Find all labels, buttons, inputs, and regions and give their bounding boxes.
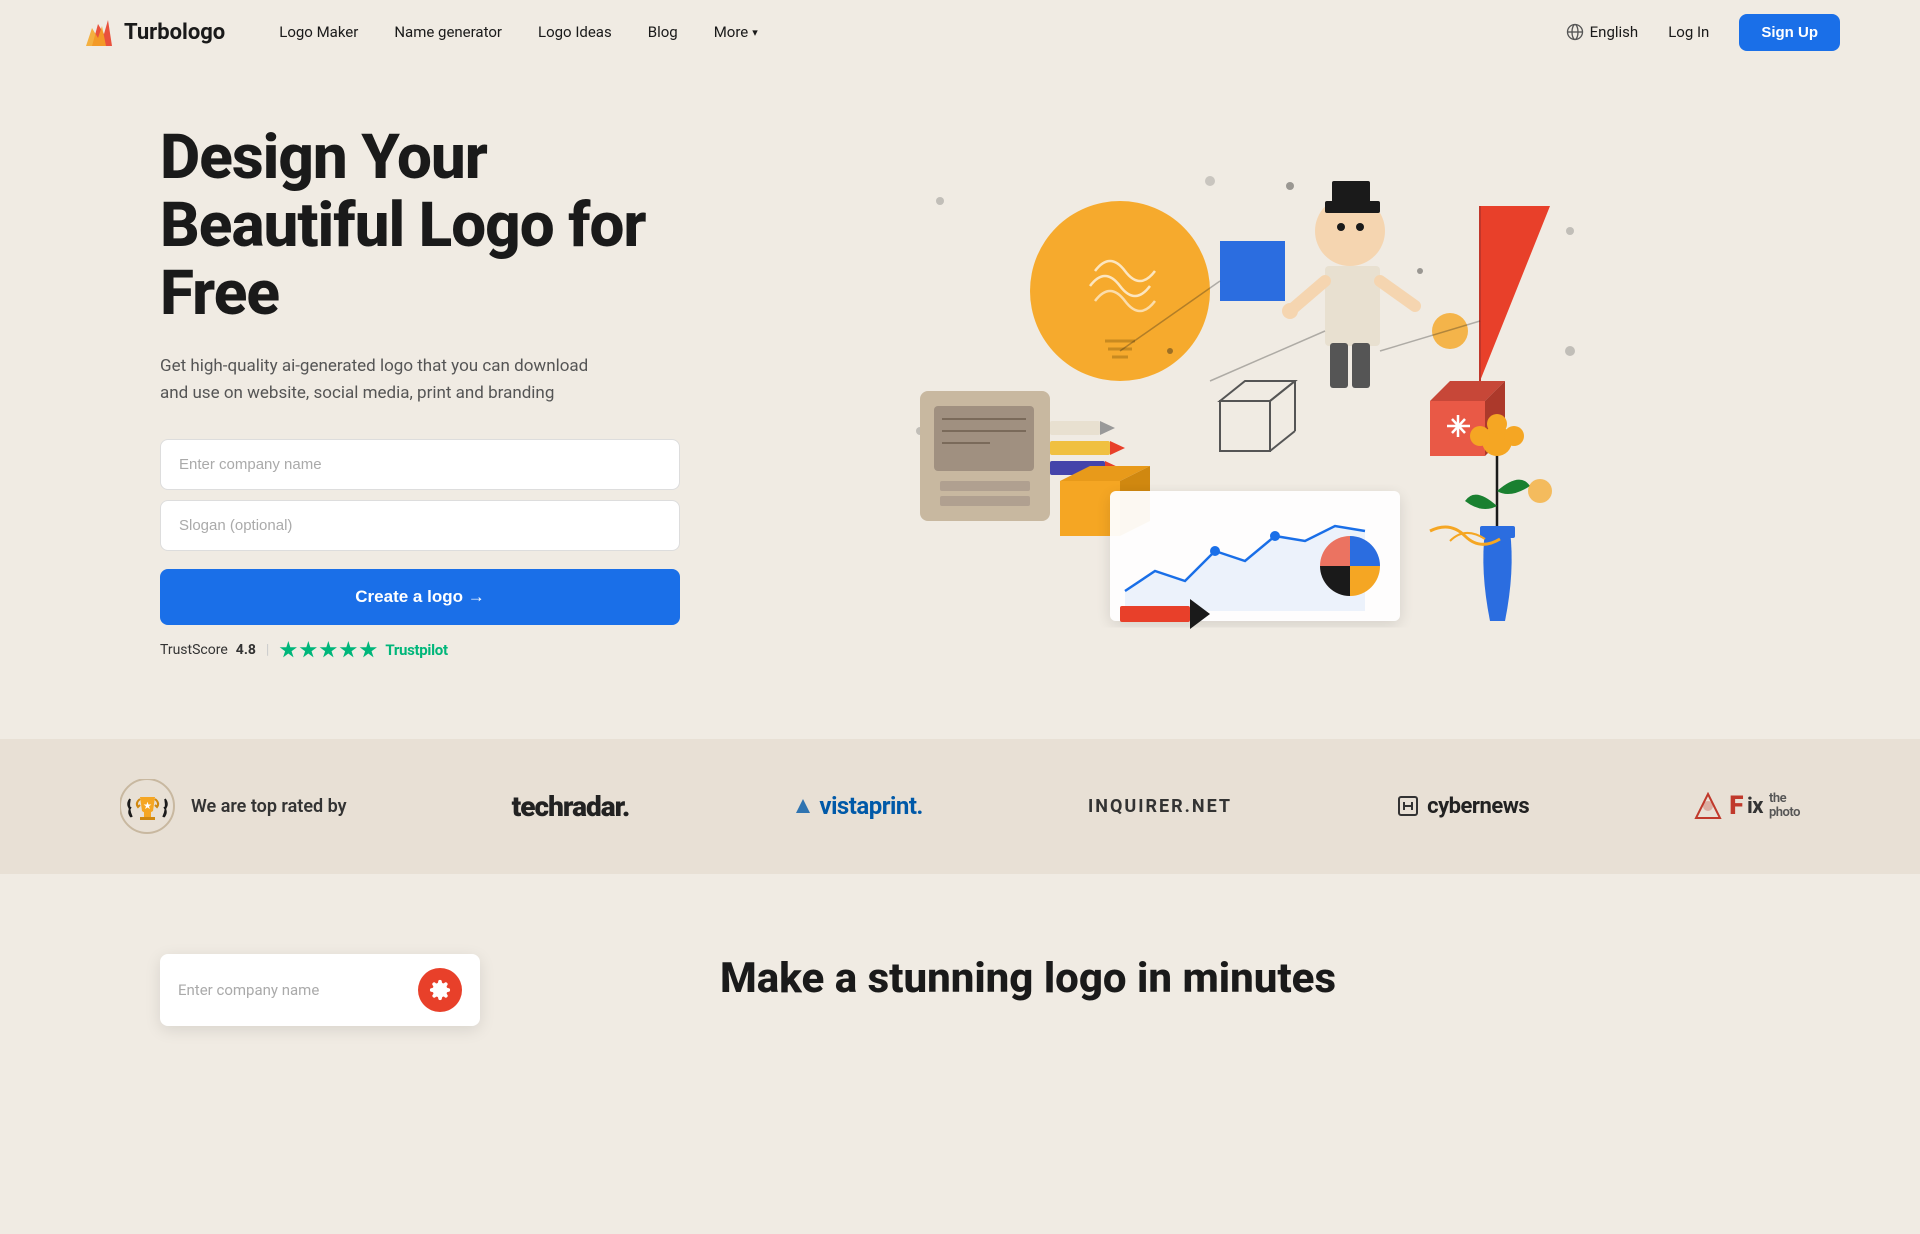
logo-text: Turbologo — [124, 20, 225, 45]
language-selector[interactable]: English — [1566, 23, 1639, 41]
svg-text:★: ★ — [143, 801, 152, 812]
star-2 — [299, 641, 317, 659]
vistaprint-icon — [794, 797, 812, 815]
hero-title: Design Your Beautiful Logo for Free — [160, 124, 680, 329]
chevron-down-icon: ▾ — [752, 26, 758, 39]
hero-section: Design Your Beautiful Logo for Free Get … — [0, 64, 1920, 739]
rated-bar: ★ We are top rated by techradar. vistapr… — [0, 739, 1920, 874]
rated-text: We are top rated by — [191, 795, 347, 818]
star-1 — [279, 641, 297, 659]
language-label: English — [1590, 23, 1639, 41]
login-button[interactable]: Log In — [1654, 15, 1723, 49]
second-section-left: Enter company name — [160, 954, 640, 1026]
fixphoto-icon — [1694, 792, 1722, 820]
second-section-title: Make a stunning logo in minutes — [720, 954, 1760, 1004]
navbar: Turbologo Logo Maker Name generator Logo… — [0, 0, 1920, 64]
globe-icon — [1566, 23, 1584, 41]
hero-illustration — [720, 151, 1760, 631]
partner-cybernews: cybernews — [1397, 794, 1529, 819]
star-3 — [319, 641, 337, 659]
star-4 — [339, 641, 357, 659]
partner-fixphoto: F ix thephoto — [1694, 791, 1800, 821]
second-section: Enter company name Make a stunning logo … — [0, 874, 1920, 1234]
trust-score-value: 4.8 — [236, 642, 256, 658]
gear-button[interactable] — [418, 968, 462, 1012]
trophy-icon: ★ — [120, 779, 175, 834]
nav-more[interactable]: More ▾ — [700, 15, 772, 49]
logo-link[interactable]: Turbologo — [80, 14, 225, 50]
slogan-input[interactable] — [160, 500, 680, 551]
cybernews-icon — [1397, 795, 1419, 817]
pipe-separator: | — [266, 642, 269, 658]
nav-blog[interactable]: Blog — [634, 15, 692, 49]
partner-techradar: techradar. — [512, 790, 630, 823]
star-5 — [359, 641, 377, 659]
company-name-input[interactable] — [160, 439, 680, 490]
nav-name-generator[interactable]: Name generator — [380, 15, 516, 49]
partner-vistaprint: vistaprint. — [794, 792, 922, 820]
nav-logo-ideas[interactable]: Logo Ideas — [524, 15, 626, 49]
nav-logo-maker[interactable]: Logo Maker — [265, 15, 372, 49]
create-logo-button[interactable]: Create a logo → — [160, 569, 680, 625]
hero-inputs — [160, 439, 680, 551]
partner-inquirer: INQUIRER.NET — [1088, 796, 1232, 817]
gear-icon — [429, 979, 451, 1001]
trustpilot-bar: TrustScore 4.8 | Trustpilot — [160, 641, 680, 659]
hero-subtitle: Get high-quality ai-generated logo that … — [160, 353, 620, 407]
nav-links: Logo Maker Name generator Logo Ideas Blo… — [265, 15, 1565, 49]
hero-svg — [720, 151, 1760, 631]
trustpilot-stars — [279, 641, 377, 659]
input-mockup-placeholder: Enter company name — [178, 981, 319, 999]
trust-score-label: TrustScore — [160, 642, 228, 658]
signup-button[interactable]: Sign Up — [1739, 14, 1840, 51]
trustpilot-logo: Trustpilot — [385, 641, 447, 659]
rated-label: ★ We are top rated by — [120, 779, 347, 834]
nav-right: English Log In Sign Up — [1566, 14, 1840, 51]
logo-icon — [80, 14, 116, 50]
hero-left: Design Your Beautiful Logo for Free Get … — [160, 124, 680, 659]
second-section-right: Make a stunning logo in minutes — [720, 954, 1760, 1154]
